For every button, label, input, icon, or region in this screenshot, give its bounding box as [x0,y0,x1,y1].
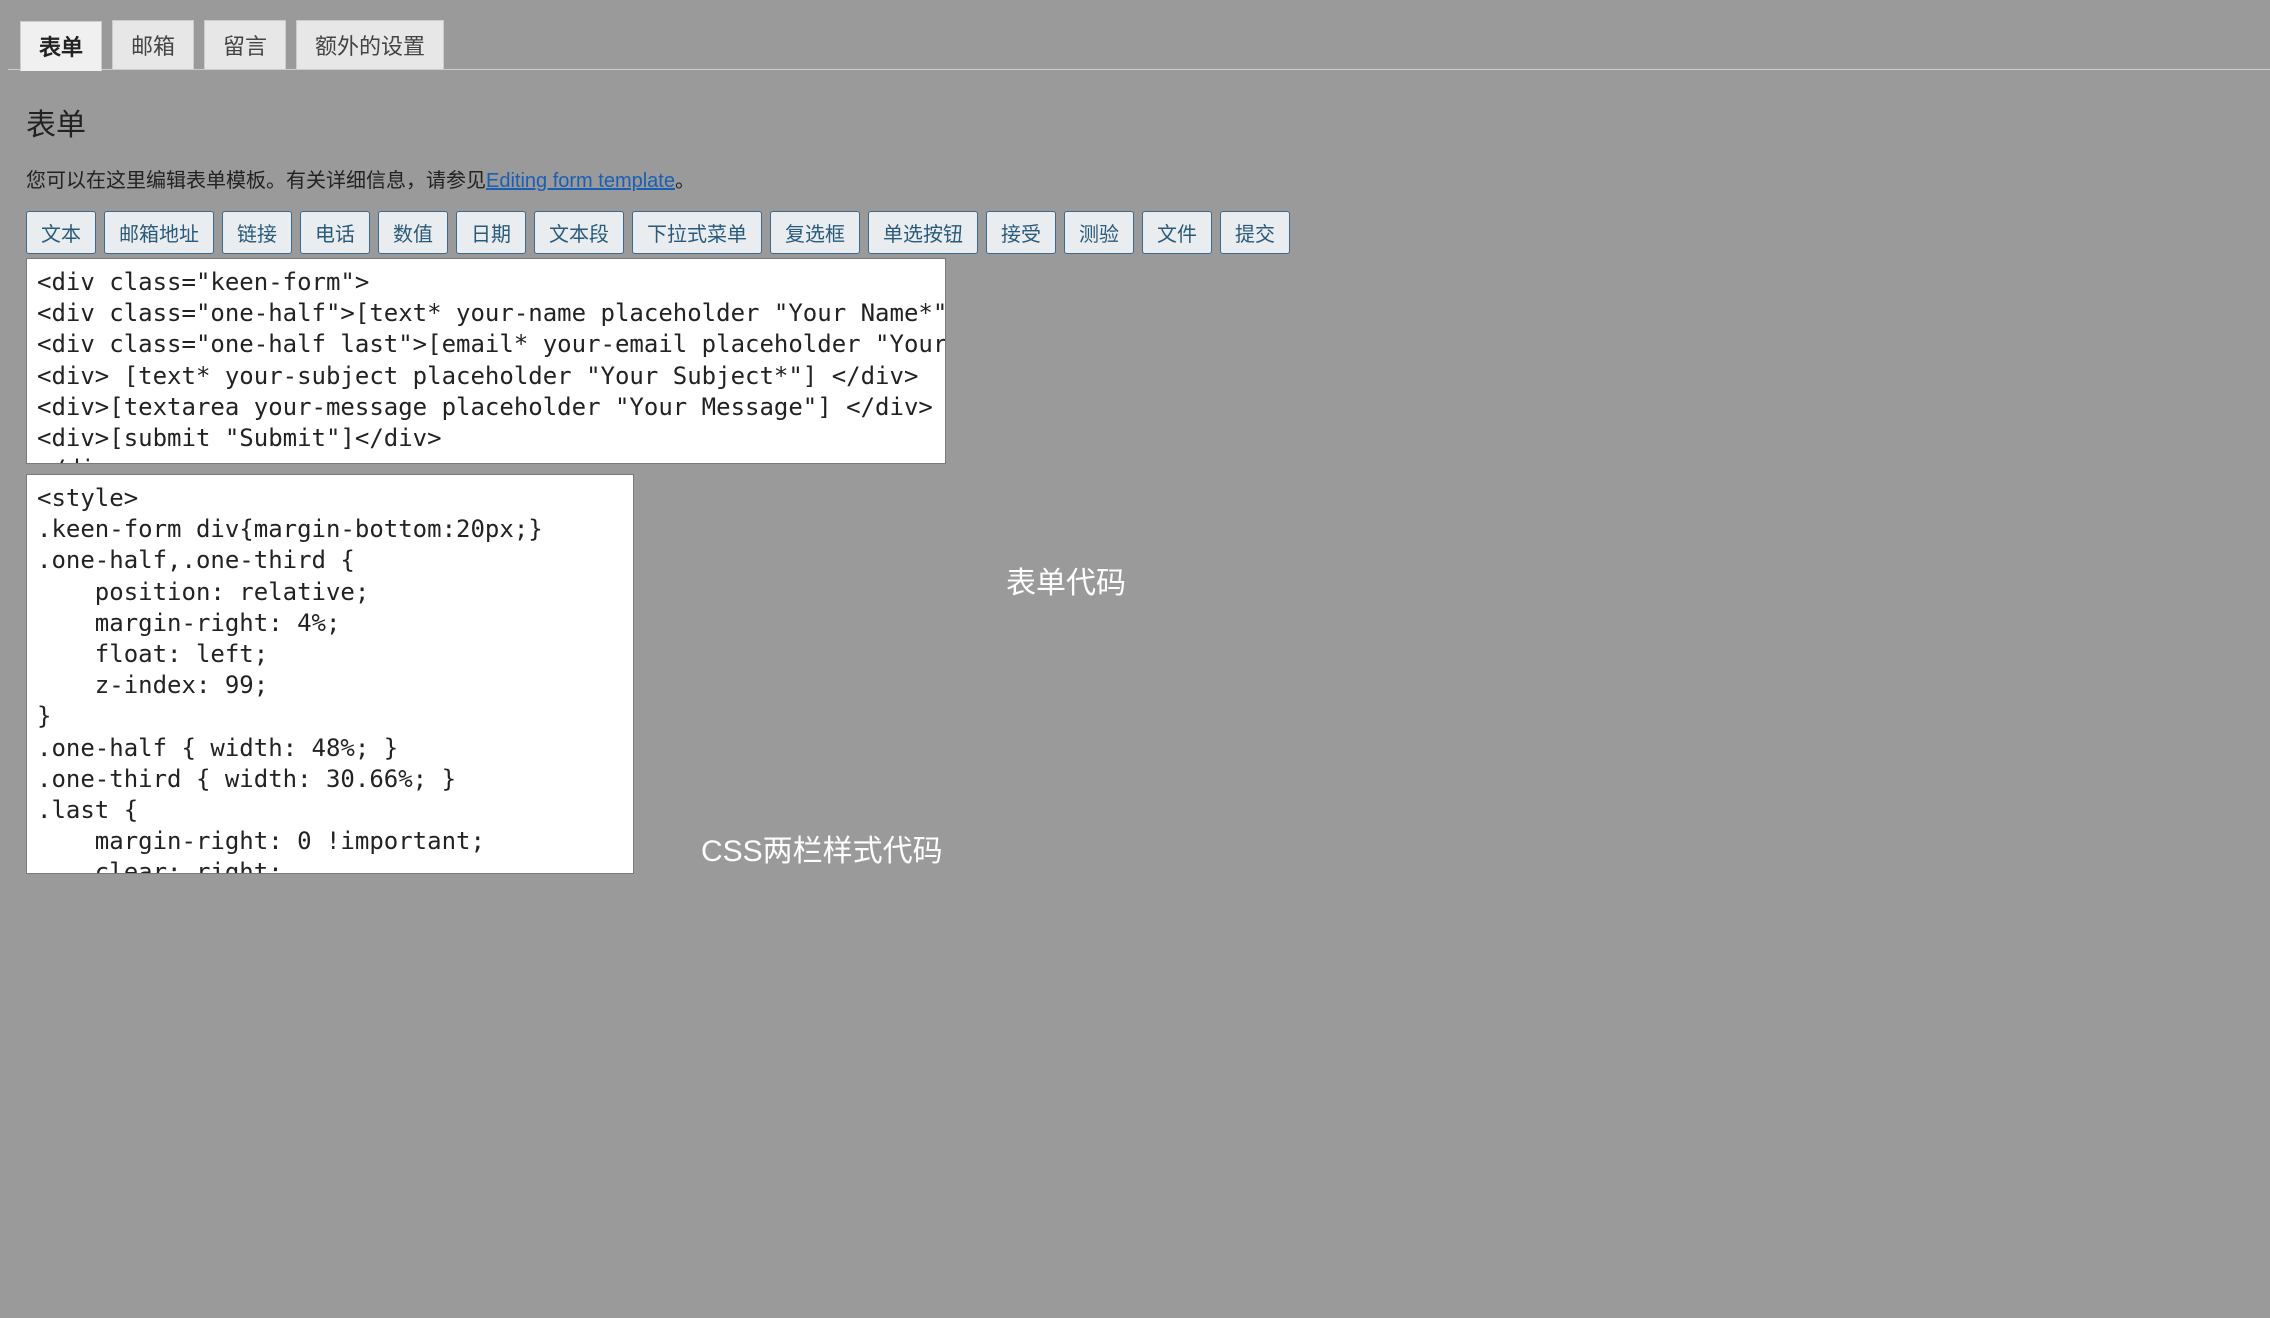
tag-textarea-button[interactable]: 文本段 [534,211,624,254]
section-title: 表单 [26,100,2252,144]
tag-file-button[interactable]: 文件 [1142,211,1212,254]
tag-url-button[interactable]: 链接 [222,211,292,254]
tab-mail[interactable]: 邮箱 [112,20,194,70]
tag-number-button[interactable]: 数值 [378,211,448,254]
tab-form[interactable]: 表单 [20,21,102,71]
css-code-textarea[interactable]: <style> .keen-form div{margin-bottom:20p… [26,474,634,874]
desc-text-post: 。 [675,170,695,192]
tag-quiz-button[interactable]: 测验 [1064,211,1134,254]
tag-text-button[interactable]: 文本 [26,211,96,254]
tag-acceptance-button[interactable]: 接受 [986,211,1056,254]
form-code-label: 表单代码 [1006,558,1126,602]
tag-checkbox-button[interactable]: 复选框 [770,211,860,254]
form-code-textarea[interactable]: <div class="keen-form"> <div class="one-… [26,258,946,464]
tag-date-button[interactable]: 日期 [456,211,526,254]
tab-additional-settings[interactable]: 额外的设置 [296,20,444,70]
tag-dropdown-button[interactable]: 下拉式菜单 [632,211,762,254]
form-panel: 表单 您可以在这里编辑表单模板。有关详细信息，请参见Editing form t… [8,69,2270,874]
tag-tel-button[interactable]: 电话 [300,211,370,254]
section-description: 您可以在这里编辑表单模板。有关详细信息，请参见Editing form temp… [26,164,2252,193]
desc-text-pre: 您可以在这里编辑表单模板。有关详细信息，请参见 [26,170,486,192]
tab-messages[interactable]: 留言 [204,20,286,70]
tab-bar: 表单 邮箱 留言 额外的设置 [20,20,2270,70]
tag-button-row: 文本 邮箱地址 链接 电话 数值 日期 文本段 下拉式菜单 复选框 单选按钮 接… [26,211,2252,254]
tag-submit-button[interactable]: 提交 [1220,211,1290,254]
css-code-label: CSS两栏样式代码 [701,826,943,870]
tag-email-button[interactable]: 邮箱地址 [104,211,214,254]
tag-radio-button[interactable]: 单选按钮 [868,211,978,254]
editing-form-template-link[interactable]: Editing form template [486,170,675,192]
